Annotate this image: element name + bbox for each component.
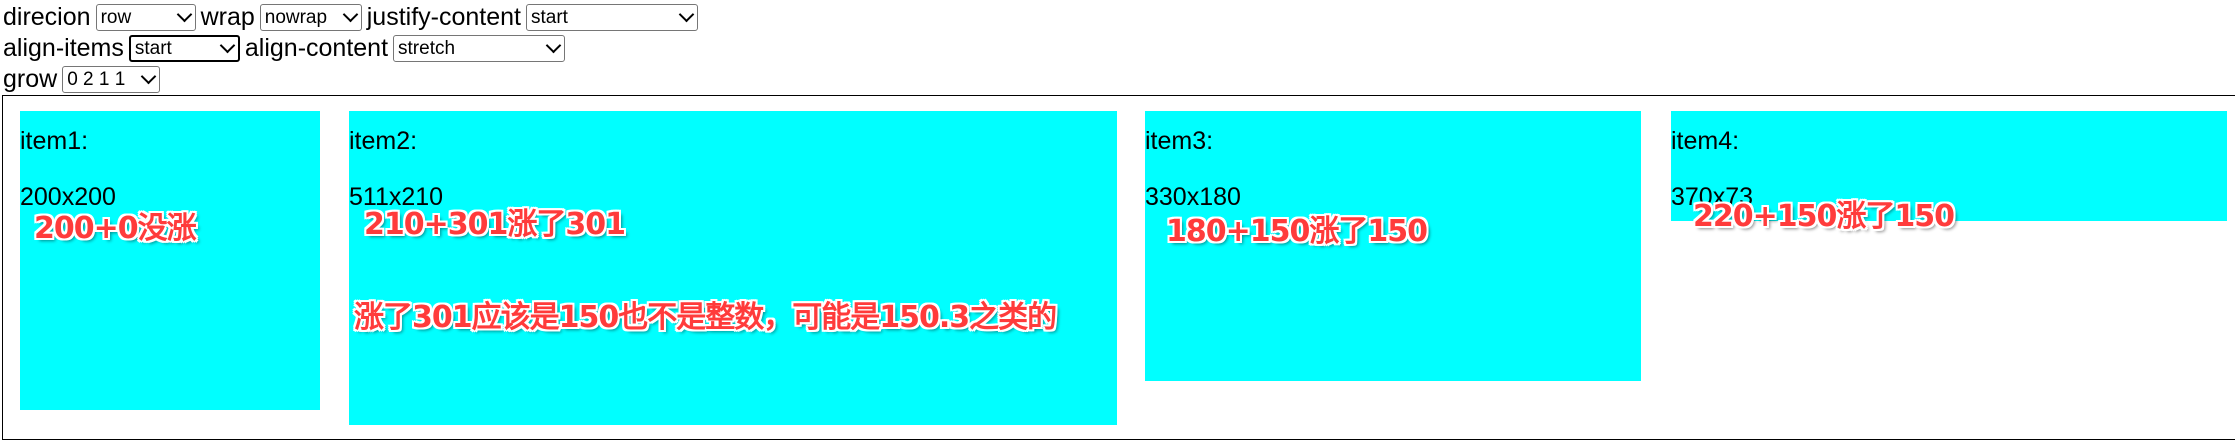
justify-content-select-value: start	[531, 7, 568, 28]
chevron-down-icon	[545, 37, 562, 54]
wrap-select-value: nowrap	[264, 7, 328, 28]
align-items-select-value: start	[134, 38, 172, 59]
annotation-item4: 220+150涨了150	[1693, 199, 1955, 234]
justify-content-label: justify-content	[366, 3, 521, 31]
align-content-label: align-content	[244, 34, 389, 62]
annotation-item2-detail: 涨了301应该是150也不是整数，可能是150.3之类的	[354, 300, 1057, 335]
controls-panel: direcion row wrap nowrap justify-content…	[3, 2, 698, 95]
item-title: item3:	[1145, 127, 1214, 155]
annotation-item1: 200+0没涨	[34, 211, 197, 246]
align-items-select[interactable]: start	[128, 35, 240, 62]
grow-label: grow	[3, 65, 58, 93]
justify-content-select[interactable]: start	[526, 4, 698, 31]
direction-select-value: row	[100, 7, 132, 28]
grow-select-value: 0 2 1 1	[67, 69, 126, 90]
align-items-label: align-items	[3, 34, 124, 62]
chevron-down-icon	[342, 6, 359, 23]
chevron-down-icon	[140, 68, 157, 85]
flex-item-1: item1: 200x200	[20, 111, 320, 410]
align-content-select[interactable]: stretch	[393, 35, 566, 62]
chevron-down-icon	[678, 6, 695, 23]
wrap-label: wrap	[200, 3, 255, 31]
direction-select[interactable]: row	[95, 4, 196, 31]
wrap-select[interactable]: nowrap	[259, 4, 362, 31]
flex-container: item1: 200x200 item2: 511x210 item3: 330…	[2, 95, 2235, 440]
align-content-select-value: stretch	[398, 38, 456, 59]
controls-row-1: direcion row wrap nowrap justify-content…	[3, 2, 698, 33]
item-title: item4:	[1671, 127, 1740, 155]
direction-label: direcion	[3, 3, 91, 31]
flex-item-2: item2: 511x210	[349, 111, 1117, 425]
annotation-item3: 180+150涨了150	[1166, 214, 1428, 249]
grow-select[interactable]: 0 2 1 1	[62, 66, 161, 93]
annotation-item2: 210+301涨了301	[364, 207, 626, 242]
controls-row-3: grow 0 2 1 1	[3, 64, 698, 95]
item-title: item2:	[349, 127, 418, 155]
controls-row-2: align-items start align-content stretch	[3, 33, 698, 64]
item-title: item1:	[20, 127, 89, 155]
chevron-down-icon	[176, 6, 192, 23]
chevron-down-icon	[219, 37, 236, 54]
